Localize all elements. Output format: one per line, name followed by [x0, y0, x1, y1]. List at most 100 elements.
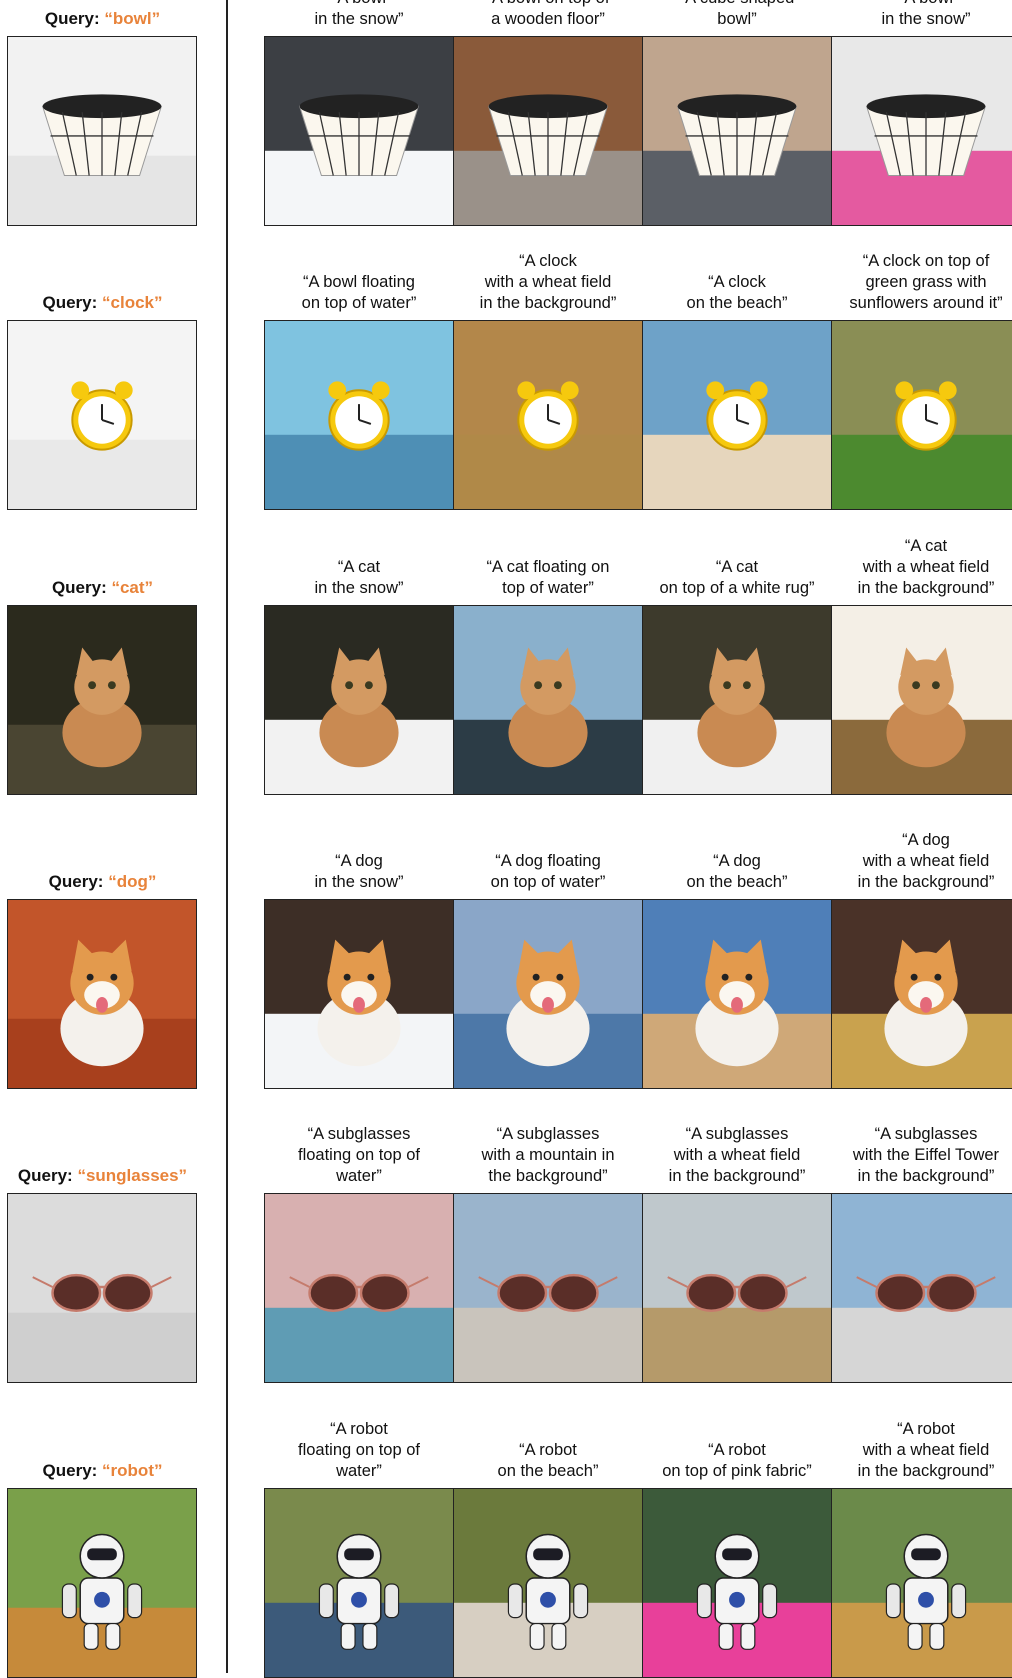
robot-water-image — [264, 1488, 454, 1678]
clock-sunflowers-image-art — [832, 321, 1012, 509]
column-divider — [226, 0, 228, 1673]
caption: “A cat on top of a white rug” — [659, 558, 815, 597]
cat-photo-icon — [7, 605, 197, 795]
caption: “A dog floating on top of water” — [490, 852, 606, 891]
bowl-on-wooden-floor-image — [453, 36, 643, 226]
dog-snow-image — [264, 899, 454, 1089]
cube-bowl-image-art — [643, 37, 831, 225]
caption: “A subglasses with the Eiffel Tower in t… — [852, 1125, 1000, 1185]
clock-photo-icon — [7, 320, 197, 510]
bowl-pink-fabric-image — [831, 36, 1012, 226]
dog-beach-image-art — [643, 900, 831, 1088]
caption: “A robot on top of pink fabric” — [662, 1441, 812, 1480]
robot-photo-icon-art — [8, 1489, 196, 1677]
dog-wheat-field-image — [831, 899, 1012, 1089]
cat-water-image-art — [454, 606, 642, 794]
caption: “A robot with a wheat field in the backg… — [857, 1420, 995, 1480]
query-word: “bowl” — [104, 9, 161, 28]
dog-wheat-field-image-art — [832, 900, 1012, 1088]
sunglasses-eiffel-image-art — [832, 1194, 1012, 1382]
clock-wheat-field-image-art — [454, 321, 642, 509]
sunglasses-mountain-image — [453, 1193, 643, 1383]
clock-on-water-image — [264, 320, 454, 510]
caption: “A robot on the beach” — [497, 1441, 599, 1480]
sunglasses-mountain-image-art — [454, 1194, 642, 1382]
robot-pink-fabric-image-art — [643, 1489, 831, 1677]
dog-photo-icon-art — [8, 900, 196, 1088]
query-prefix: Query: — [42, 293, 103, 312]
robot-wheat-field-image — [831, 1488, 1012, 1678]
dog-snow-image-art — [265, 900, 453, 1088]
query-word: “robot” — [102, 1461, 163, 1480]
clock-photo-icon-art — [8, 321, 196, 509]
clock-beach-image-art — [643, 321, 831, 509]
sunglasses-eiffel-image — [831, 1193, 1012, 1383]
caption: “A dog with a wheat field in the backgro… — [857, 831, 995, 891]
caption: “A cat with a wheat field in the backgro… — [857, 537, 995, 597]
sunglasses-wheat-image-art — [643, 1194, 831, 1382]
cube-bowl-image — [642, 36, 832, 226]
caption: “A bowl on top of a wooden floor” — [487, 0, 610, 28]
query-label: Query: “sunglasses” — [0, 1166, 205, 1186]
clock-on-water-image-art — [265, 321, 453, 509]
dog-beach-image — [642, 899, 832, 1089]
dog-photo-icon — [7, 899, 197, 1089]
query-prefix: Query: — [17, 1166, 78, 1185]
bowl-photo-icon — [7, 36, 197, 226]
query-prefix: Query: — [51, 578, 112, 597]
query-label: Query: “bowl” — [0, 9, 205, 29]
robot-photo-icon — [7, 1488, 197, 1678]
sunglasses-wheat-image — [642, 1193, 832, 1383]
sunglasses-water-image — [264, 1193, 454, 1383]
clock-sunflowers-image — [831, 320, 1012, 510]
cat-snow-image-art — [265, 606, 453, 794]
query-word: “clock” — [102, 293, 163, 312]
query-label: Query: “robot” — [0, 1461, 205, 1481]
query-word: “cat” — [111, 578, 154, 597]
robot-beach-image-art — [454, 1489, 642, 1677]
robot-water-image-art — [265, 1489, 453, 1677]
query-prefix: Query: — [48, 872, 109, 891]
caption: “A subglasses floating on top of water” — [297, 1125, 420, 1185]
cat-wheat-field-image — [831, 605, 1012, 795]
sunglasses-photo-icon-art — [8, 1194, 196, 1382]
caption: “A bowl floating on top of water” — [301, 273, 417, 312]
query-word: “sunglasses” — [77, 1166, 188, 1185]
dog-water-image — [453, 899, 643, 1089]
caption: “A clock with a wheat field in the backg… — [479, 252, 617, 312]
cat-white-rug-image-art — [643, 606, 831, 794]
caption: “A subglasses with a wheat field in the … — [668, 1125, 806, 1185]
query-label: Query: “cat” — [0, 578, 205, 598]
caption: “A cube shaped bowl” — [680, 0, 795, 28]
robot-pink-fabric-image — [642, 1488, 832, 1678]
clock-wheat-field-image — [453, 320, 643, 510]
cat-white-rug-image — [642, 605, 832, 795]
caption: “A robot floating on top of water” — [297, 1420, 420, 1480]
cat-snow-image — [264, 605, 454, 795]
query-word: “dog” — [108, 872, 157, 891]
robot-wheat-field-image-art — [832, 1489, 1012, 1677]
caption: “A clock on the beach” — [686, 273, 788, 312]
cat-water-image — [453, 605, 643, 795]
bowl-pink-fabric-image-art — [832, 37, 1012, 225]
query-prefix: Query: — [42, 1461, 103, 1480]
sunglasses-photo-icon — [7, 1193, 197, 1383]
query-label: Query: “clock” — [0, 293, 205, 313]
bowl-on-wooden-floor-image-art — [454, 37, 642, 225]
clock-beach-image — [642, 320, 832, 510]
caption: “A bowl in the snow” — [881, 0, 971, 28]
robot-beach-image — [453, 1488, 643, 1678]
bowl-in-snow-image-art — [265, 37, 453, 225]
caption: “A subglasses with a mountain in the bac… — [481, 1125, 615, 1185]
cat-photo-icon-art — [8, 606, 196, 794]
caption: “A dog on the beach” — [686, 852, 788, 891]
query-label: Query: “dog” — [0, 872, 205, 892]
query-prefix: Query: — [44, 9, 105, 28]
caption: “A bowl in the snow” — [314, 0, 404, 28]
caption: “A dog in the snow” — [314, 852, 404, 891]
caption: “A cat floating on top of water” — [486, 558, 610, 597]
sunglasses-water-image-art — [265, 1194, 453, 1382]
caption: “A cat in the snow” — [314, 558, 404, 597]
caption: “A clock on top of green grass with sunf… — [849, 252, 1003, 312]
bowl-photo-icon-art — [8, 37, 196, 225]
